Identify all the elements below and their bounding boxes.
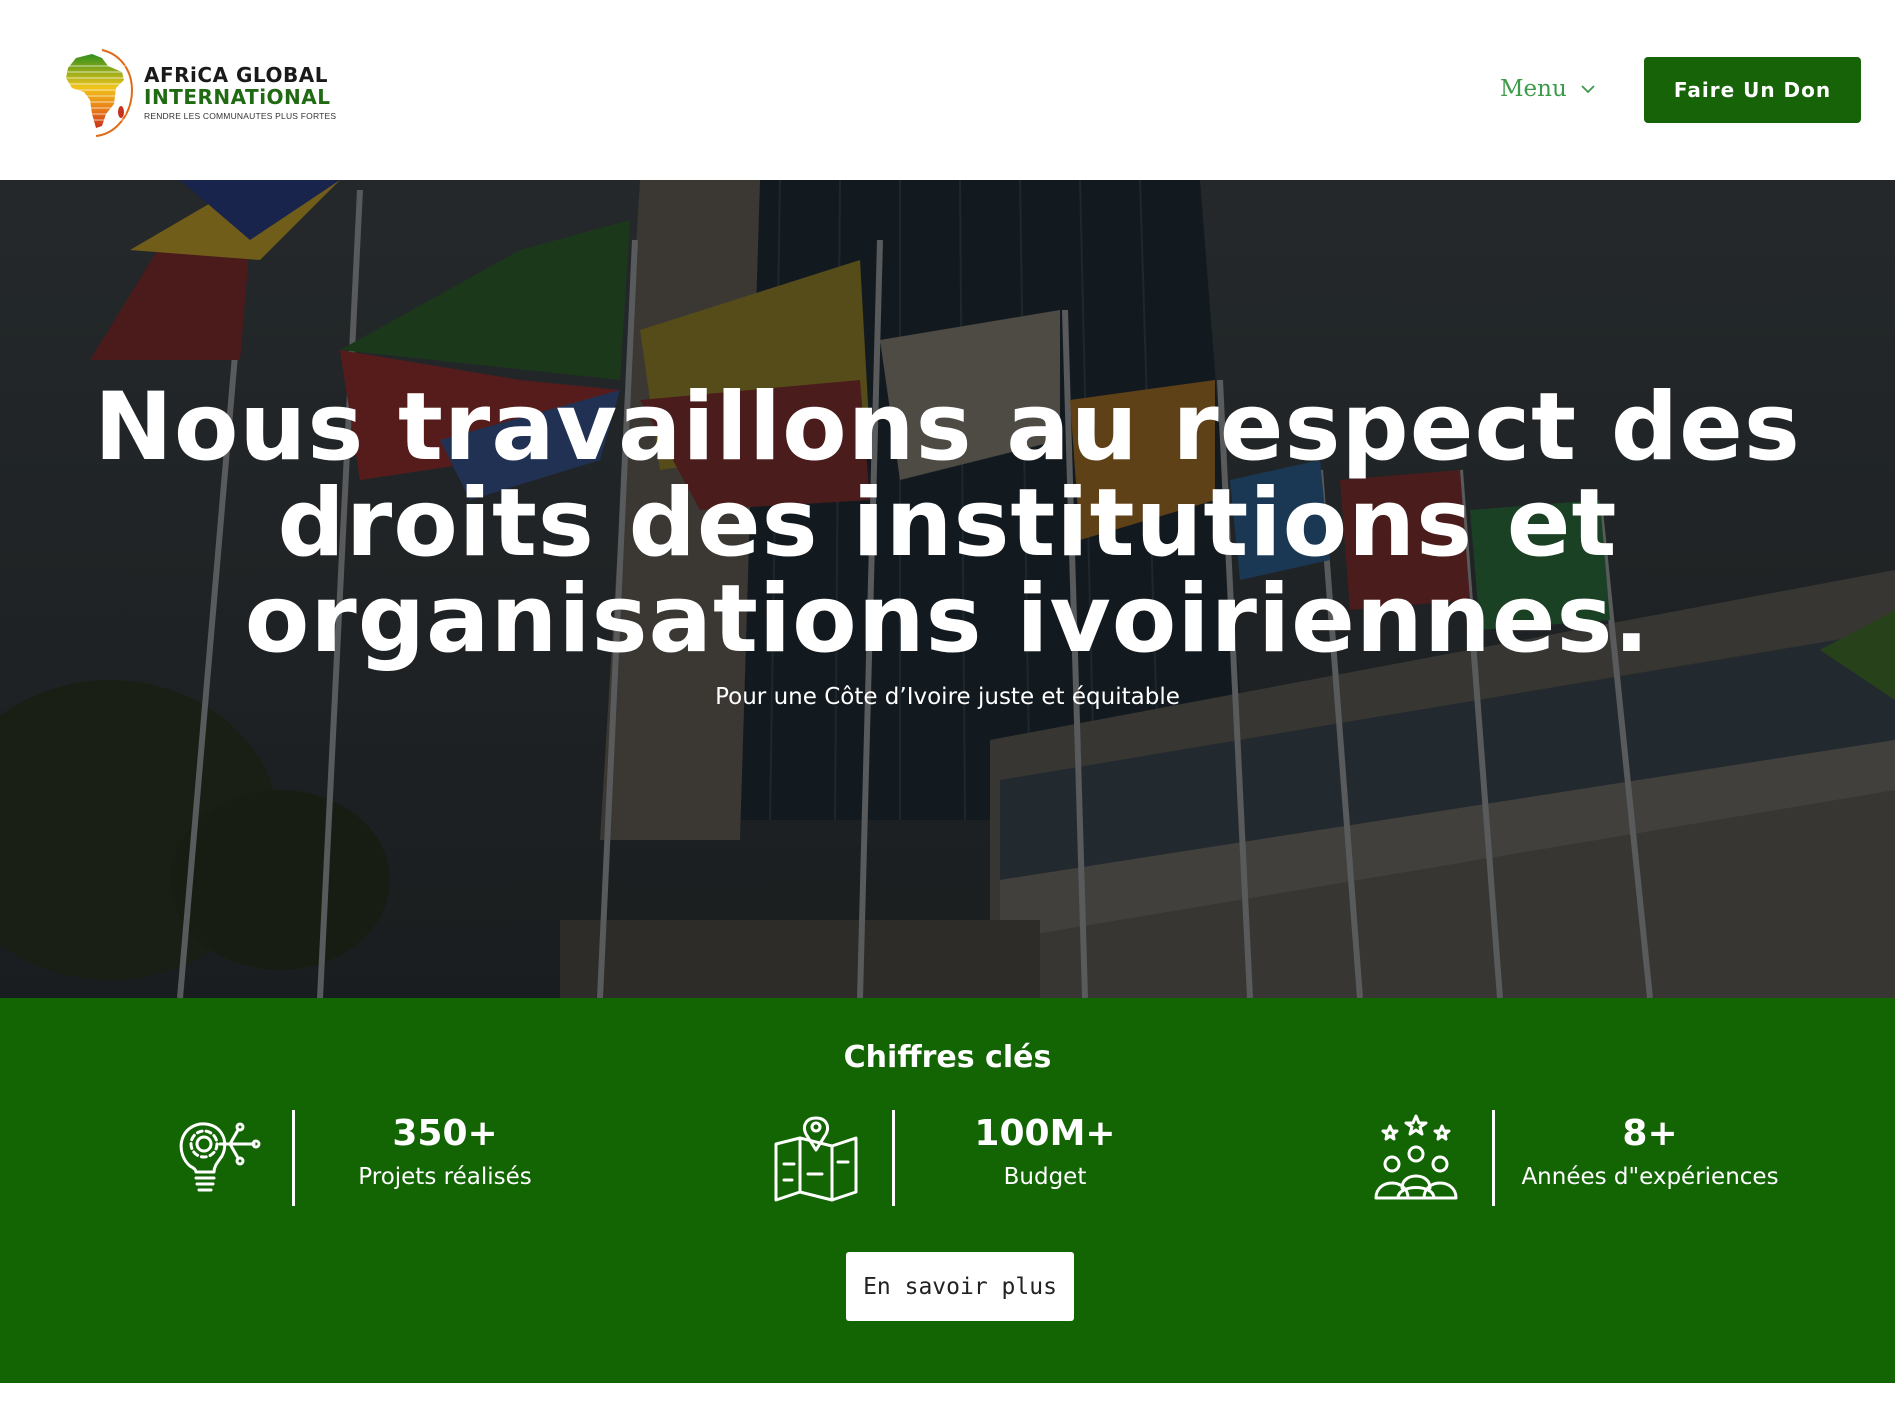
chevron-down-icon <box>1581 85 1595 94</box>
stat-text: 8+ Années d"expériences <box>1520 1110 1780 1191</box>
stat-divider <box>1492 1110 1495 1206</box>
team-stars-icon <box>1374 1114 1458 1200</box>
menu-toggle[interactable]: Menu <box>1500 76 1595 102</box>
map-pin-icon <box>774 1116 858 1202</box>
hero-title-line: Nous travaillons au respect des <box>94 373 1801 482</box>
stat-value: 350+ <box>392 1113 498 1154</box>
stat-label: Budget <box>1003 1164 1087 1190</box>
logo-name-line1: AFRiCA GLOBAL <box>144 62 328 87</box>
stat-item-experience: 8+ Années d"expériences <box>1370 1110 1790 1206</box>
africa-map-logo-icon <box>64 49 134 137</box>
stat-item-budget: 100M+ Budget <box>770 1110 1190 1206</box>
hero-title: Nous travaillons au respect des droits d… <box>0 380 1895 668</box>
key-figures-section: Chiffres clés 350+ Projets réalisés 100M… <box>0 998 1895 1383</box>
stat-item-projects: 350+ Projets réalisés <box>170 1110 590 1206</box>
site-header: AFRiCA GLOBAL INTERNATiONAL RENDRE LES C… <box>0 0 1895 180</box>
stat-value: 8+ <box>1622 1113 1678 1154</box>
donate-button[interactable]: Faire Un Don <box>1644 57 1861 123</box>
hero-title-line: organisations ivoiriennes. <box>244 565 1651 674</box>
section-title: Chiffres clés <box>843 1040 1052 1075</box>
logo-tagline: RENDRE LES COMMUNAUTES PLUS FORTES <box>144 110 337 121</box>
stat-label: Projets réalisés <box>358 1164 532 1190</box>
hero-subtitle: Pour une Côte d’Ivoire juste et équitabl… <box>715 684 1180 710</box>
logo-name-line2: INTERNATiONAL <box>144 84 331 109</box>
stat-value: 100M+ <box>974 1113 1116 1154</box>
hero-title-line: droits des institutions et <box>277 469 1618 578</box>
hero-banner: Nous travaillons au respect des droits d… <box>0 180 1895 998</box>
stat-text: 100M+ Budget <box>930 1110 1160 1191</box>
lightbulb-gear-icon <box>179 1122 261 1192</box>
stat-divider <box>892 1110 895 1206</box>
learn-more-button[interactable]: En savoir plus <box>846 1252 1074 1321</box>
stat-divider <box>292 1110 295 1206</box>
stat-text: 350+ Projets réalisés <box>330 1110 560 1191</box>
logo[interactable]: AFRiCA GLOBAL INTERNATiONAL RENDRE LES C… <box>62 42 347 142</box>
stat-label: Années d"expériences <box>1521 1164 1779 1190</box>
logo-text: AFRiCA GLOBAL INTERNATiONAL RENDRE LES C… <box>144 64 336 121</box>
menu-label: Menu <box>1500 76 1567 102</box>
